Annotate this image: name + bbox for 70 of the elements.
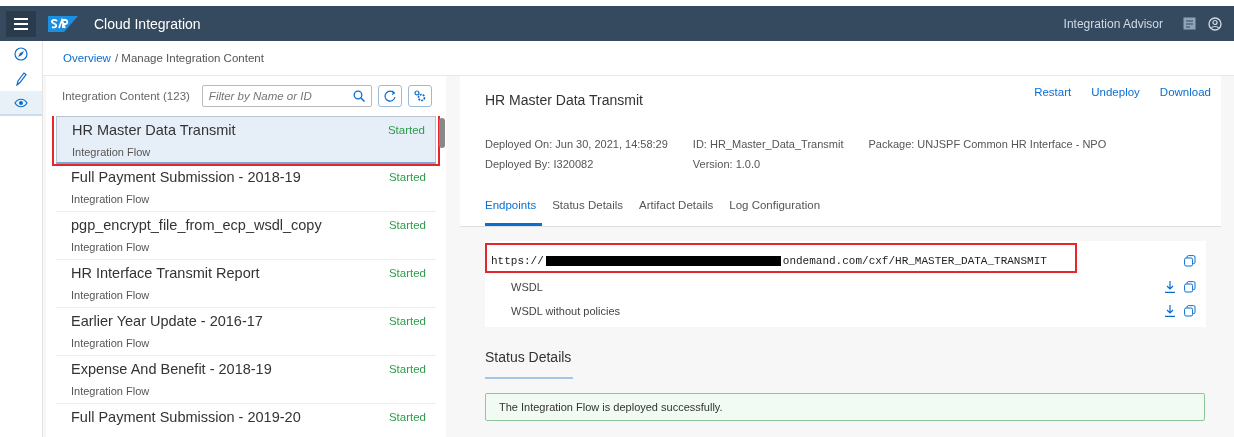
settings-icon — [413, 90, 426, 102]
item-status: Started — [388, 171, 426, 183]
item-status: Started — [388, 363, 426, 375]
logo-icon — [48, 15, 78, 32]
item-status: Started — [388, 219, 426, 231]
list-item[interactable]: Full Payment Submission - 2019-20 Started — [56, 404, 436, 437]
scrollbar-thumb[interactable] — [439, 118, 445, 148]
copy-icon[interactable] — [1184, 255, 1196, 267]
endpoint-url: https:// ondemand.com/cxf/HR_MASTER_DATA_TRANSMIT — [491, 255, 1048, 267]
action-link[interactable]: Undeploy — [1091, 86, 1140, 108]
settings-button[interactable] — [407, 85, 432, 107]
item-name: Full Payment Submission - 2019-20 — [71, 409, 301, 425]
list-item[interactable]: Full Payment Submission - 2018-19 Started Integration Flow — [56, 164, 436, 212]
copy-icon[interactable] — [1184, 281, 1196, 293]
action-link[interactable]: Restart — [1034, 86, 1072, 108]
item-name: HR Master Data Transmit — [72, 122, 236, 138]
item-type: Integration Flow — [71, 241, 151, 253]
item-type: Integration Flow — [71, 337, 151, 349]
wsdl-label: WSDL — [510, 281, 544, 293]
item-status: Started — [387, 124, 425, 136]
eye-icon — [14, 97, 28, 108]
fact-text: Version: 1.0.0 — [692, 158, 762, 170]
wsdl-label: WSDL without policies — [510, 305, 622, 317]
item-status: Started — [388, 315, 426, 327]
list-item[interactable]: Expense And Benefit - 2018-19 Started Integration Flow — [56, 356, 436, 404]
notes-icon[interactable] — [1183, 17, 1196, 30]
search-icon — [352, 90, 365, 102]
list-title: Integration Content (123) — [62, 90, 190, 102]
download-icon[interactable] — [1164, 305, 1176, 317]
list-item[interactable]: pgp_encrypt_file_from_ecp_wsdl_copy Started Integration Flow — [56, 212, 436, 260]
fact-text: Deployed On: Jun 30, 2021, 14:58:29 — [485, 138, 668, 150]
breadcrumb-current: / Manage Integration Content — [114, 52, 264, 64]
refresh-button[interactable] — [377, 85, 402, 107]
fact-text: ID: HR_Master_Data_Transmit — [692, 138, 844, 150]
item-type: Integration Flow — [71, 289, 151, 301]
item-name: HR Interface Transmit Report — [71, 265, 260, 281]
product-title: Cloud Integration — [94, 15, 201, 32]
filter-field[interactable]: Filter by Name or ID — [201, 85, 372, 107]
nav-item[interactable] — [0, 91, 42, 116]
tab[interactable]: Artifact Details — [639, 199, 720, 226]
item-name: Earlier Year Update - 2016-17 — [71, 313, 263, 329]
advisor-link[interactable]: Integration Advisor — [1063, 16, 1163, 31]
item-name: pgp_encrypt_file_from_ecp_wsdl_copy — [71, 217, 322, 233]
item-name: Full Payment Submission - 2018-19 — [71, 169, 301, 185]
action-link[interactable]: Download — [1159, 86, 1211, 108]
list-item[interactable]: Earlier Year Update - 2016-17 Started Integration Flow — [56, 308, 436, 356]
list-item[interactable]: HR Interface Transmit Report Started Integration Flow — [56, 260, 436, 308]
item-type: Integration Flow — [71, 385, 151, 397]
refresh-icon — [383, 90, 396, 102]
section-title: Status Details — [485, 349, 573, 379]
tab[interactable]: Endpoints — [485, 199, 543, 226]
download-icon[interactable] — [1164, 281, 1176, 293]
item-status: Started — [388, 267, 426, 279]
item-name: Expense And Benefit - 2018-19 — [71, 361, 272, 377]
user-icon[interactable] — [1208, 16, 1222, 31]
pencil-icon — [15, 71, 27, 86]
menu-button[interactable] — [6, 10, 36, 37]
copy-icon[interactable] — [1184, 305, 1196, 317]
success-message: The Integration Flow is deployed successfully. — [485, 393, 1205, 421]
tab[interactable]: Log Configuration — [729, 199, 827, 226]
tab[interactable]: Status Details — [552, 199, 630, 226]
breadcrumb-link[interactable]: Overview — [63, 52, 111, 64]
fact-text: Package: UNJSPF Common HR Interface - NPO — [868, 138, 1107, 150]
fact-text: Deployed By: I320082 — [485, 158, 595, 170]
compass-icon — [14, 46, 28, 61]
menu-icon — [14, 17, 28, 30]
item-type: Integration Flow — [72, 146, 152, 158]
item-type: Integration Flow — [71, 193, 151, 205]
detail-title: HR Master Data Transmit — [485, 92, 643, 108]
item-status: Started — [388, 411, 426, 423]
